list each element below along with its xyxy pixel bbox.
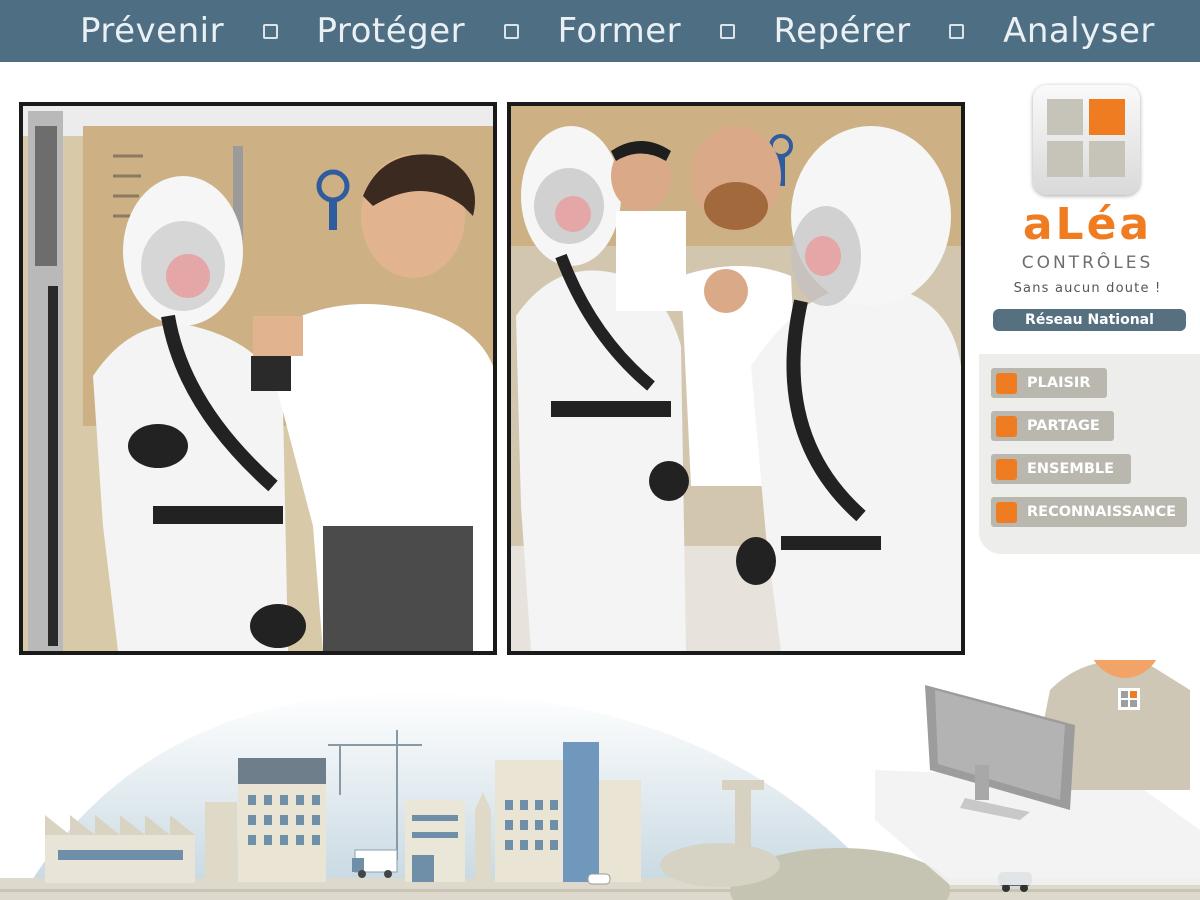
orange-square-icon [996,415,1017,437]
value-pill-reconnaissance: RECONNAISSANCE [991,497,1187,527]
banner-item-analyser: Analyser [1003,11,1155,51]
alea-logo-icon [1033,85,1140,195]
orange-square-icon [996,501,1017,523]
brand-name: aLéa [1022,199,1153,250]
value-pill-ensemble: ENSEMBLE [991,454,1131,484]
warehouse [405,800,465,882]
orange-square-icon [996,458,1017,480]
square-bullet-icon [719,23,735,39]
training-photo-left [19,102,497,655]
square-bullet-icon [949,23,965,39]
apartment-building [238,758,326,882]
photo-illustration [511,106,961,651]
banner-item-reperer: Repérer [773,11,911,51]
factory-building [45,815,195,883]
car [587,873,611,885]
banner-item-prevenir: Prévenir [80,11,225,51]
value-pill-partage: PARTAGE [991,411,1114,441]
square-bullet-icon [262,23,278,39]
banner-items: Prévenir Protéger Former Repérer Analyse… [80,0,1155,62]
brand-tagline: Sans aucun doute ! [1013,281,1162,296]
value-label: RECONNAISSANCE [1027,504,1177,520]
value-pill-plaisir: PLAISIR [991,368,1107,398]
logo-grid-icon [1047,99,1125,177]
desk-character [875,660,1200,885]
top-banner: Prévenir Protéger Former Repérer Analyse… [0,0,1200,62]
value-label: PLAISIR [1027,375,1091,391]
banner-item-proteger: Protéger [316,11,466,51]
value-label: ENSEMBLE [1027,461,1115,477]
training-photo-right [507,102,965,655]
photo-illustration [23,106,493,651]
brand-subtitle: CONTRÔLES [1021,253,1154,273]
network-badge: Réseau National [993,309,1186,331]
banner-item-former: Former [557,11,682,51]
square-bullet-icon [503,23,519,39]
value-label: PARTAGE [1027,418,1100,434]
city-illustration [0,660,1200,900]
orange-square-icon [996,372,1017,394]
